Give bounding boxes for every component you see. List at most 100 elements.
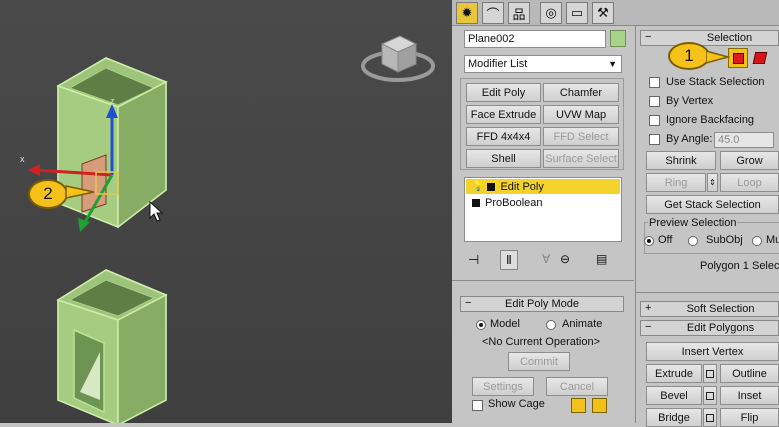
modifier-list-dropdown[interactable]: Modifier List ▼ [464, 55, 622, 73]
pin-stack-icon[interactable]: ⊣ [468, 252, 479, 268]
current-operation-label: <No Current Operation> [482, 336, 601, 348]
callout-1-pointer [706, 50, 730, 64]
viewport-perspective[interactable]: z x 1 2 [0, 0, 452, 423]
ring-spinner-icon[interactable]: ⇕ [707, 173, 718, 192]
bridge-settings-icon[interactable] [703, 408, 717, 427]
lightbulb-icon[interactable]: 💡 [472, 181, 484, 192]
by-angle-checkbox[interactable] [649, 134, 660, 145]
rollout-title: Soft Selection [686, 303, 755, 315]
expand-plus-icon[interactable] [472, 198, 480, 207]
uvw-map-button[interactable]: UVW Map [543, 105, 619, 124]
callout-2-pointer [65, 185, 95, 199]
stack-item-label: Edit Poly [500, 180, 544, 193]
make-unique-icon[interactable]: ∀ [542, 252, 550, 266]
loop-button[interactable]: Loop [720, 173, 779, 192]
stack-item-label: ProBoolean [485, 196, 543, 209]
edit-poly-mode-rollout-header[interactable]: − Edit Poly Mode [460, 296, 624, 312]
chevron-down-icon: ▼ [608, 59, 617, 69]
show-end-result-icon[interactable]: Ⅱ [500, 250, 518, 270]
polygon-subobject-button[interactable] [728, 48, 748, 68]
stack-item-proboolean[interactable]: ProBoolean [466, 195, 620, 210]
extrude-settings-icon[interactable] [703, 364, 717, 383]
insert-vertex-button[interactable]: Insert Vertex [646, 342, 779, 361]
use-stack-selection-checkbox[interactable] [649, 77, 660, 88]
bevel-settings-icon[interactable] [703, 386, 717, 405]
use-stack-selection-label: Use Stack Selection [666, 76, 765, 88]
preview-off-radio[interactable] [644, 236, 654, 246]
configure-modifier-sets-icon[interactable]: ▤ [596, 252, 607, 266]
column-divider [635, 26, 636, 423]
ring-button[interactable]: Ring [646, 173, 706, 192]
shell-button[interactable]: Shell [466, 149, 541, 168]
create-tab-sun-icon[interactable]: ✹ [456, 2, 478, 24]
modify-tab-bend-icon[interactable]: ⌒ [482, 2, 504, 24]
gizmo-z-label: z [110, 96, 115, 106]
expand-plus-icon[interactable] [487, 182, 496, 191]
stack-toolbar: ⊣ Ⅱ ∀ ⊖ ▤ [466, 250, 624, 270]
lower-box-mesh[interactable] [56, 269, 168, 423]
extrude-button[interactable]: Extrude [646, 364, 702, 383]
hierarchy-tab-hierarchy-icon[interactable]: 品 [508, 2, 530, 24]
model-label: Model [490, 318, 520, 330]
preview-subobj-radio[interactable] [688, 236, 698, 246]
element-subobject-icon[interactable] [752, 52, 768, 64]
scene-canvas: z x [20, 35, 435, 423]
remove-modifier-icon[interactable]: ⊖ [560, 252, 570, 266]
surface-select-button[interactable]: Surface Select [543, 149, 619, 168]
utilities-tab-hammer-icon[interactable]: ⚒ [592, 2, 614, 24]
command-panel: ✹ ⌒ 品 ◎ ▭ ⚒ Plane002 Modifier List ▼ Edi… [452, 0, 779, 427]
by-vertex-checkbox[interactable] [649, 96, 660, 107]
callout-2: 2 [28, 179, 68, 209]
edit-poly-button[interactable]: Edit Poly [466, 83, 541, 102]
chamfer-button[interactable]: Chamfer [543, 83, 619, 102]
bevel-button[interactable]: Bevel [646, 386, 702, 405]
animate-radio[interactable] [546, 320, 556, 330]
expand-plus-icon: + [645, 302, 652, 314]
get-stack-selection-button[interactable]: Get Stack Selection [646, 195, 779, 214]
object-color-swatch[interactable] [610, 30, 626, 47]
gizmo-x-label: x [20, 154, 25, 164]
preview-multi-label: Mu [766, 234, 779, 246]
modifier-stack[interactable]: 💡 Edit Poly ProBoolean [464, 177, 622, 242]
cage-color-swatch[interactable] [571, 398, 586, 413]
by-angle-input[interactable]: 45.0 [714, 132, 774, 148]
ffd-4x4x4-button[interactable]: FFD 4x4x4 [466, 127, 541, 146]
divider [452, 280, 634, 281]
stack-item-edit-poly[interactable]: 💡 Edit Poly [466, 179, 620, 194]
preview-multi-radio[interactable] [752, 236, 762, 246]
show-cage-label: Show Cage [488, 398, 545, 410]
settings-button[interactable]: Settings [472, 377, 534, 396]
motion-tab-motion-icon[interactable]: ◎ [540, 2, 562, 24]
by-angle-label: By Angle: [666, 133, 713, 145]
cancel-button[interactable]: Cancel [546, 377, 608, 396]
show-cage-checkbox[interactable] [472, 400, 483, 411]
object-name-field[interactable]: Plane002 [464, 30, 606, 48]
outline-button[interactable]: Outline [720, 364, 779, 383]
settings-box-icon [706, 369, 714, 378]
polygon-icon [732, 52, 744, 64]
display-tab-display-icon[interactable]: ▭ [566, 2, 588, 24]
rollout-title: Edit Poly Mode [505, 298, 579, 310]
selection-rollout-header[interactable]: − Selection [640, 30, 779, 46]
shrink-button[interactable]: Shrink [646, 151, 716, 170]
inset-button[interactable]: Inset [720, 386, 779, 405]
settings-box-icon [706, 391, 714, 400]
grow-button[interactable]: Grow [720, 151, 779, 170]
soft-selection-rollout-header[interactable]: + Soft Selection [640, 301, 779, 317]
rollout-title: Edit Polygons [686, 322, 755, 334]
modifier-list-label: Modifier List [468, 58, 528, 70]
selection-status-text: Polygon 1 Select [700, 260, 779, 272]
viewcube[interactable] [361, 35, 435, 82]
face-extrude-button[interactable]: Face Extrude [466, 105, 541, 124]
preview-selection-label: Preview Selection [648, 217, 738, 229]
edit-polygons-rollout-header[interactable]: − Edit Polygons [640, 320, 779, 336]
ffd-select-button[interactable]: FFD Select [543, 127, 619, 146]
commit-button[interactable]: Commit [508, 352, 570, 371]
ignore-backfacing-checkbox[interactable] [649, 115, 660, 126]
flip-button[interactable]: Flip [720, 408, 779, 427]
bridge-button[interactable]: Bridge [646, 408, 702, 427]
model-radio[interactable] [476, 320, 486, 330]
cage-selected-color-swatch[interactable] [592, 398, 607, 413]
collapse-minus-icon: − [645, 31, 652, 43]
mouse-cursor [149, 200, 164, 222]
